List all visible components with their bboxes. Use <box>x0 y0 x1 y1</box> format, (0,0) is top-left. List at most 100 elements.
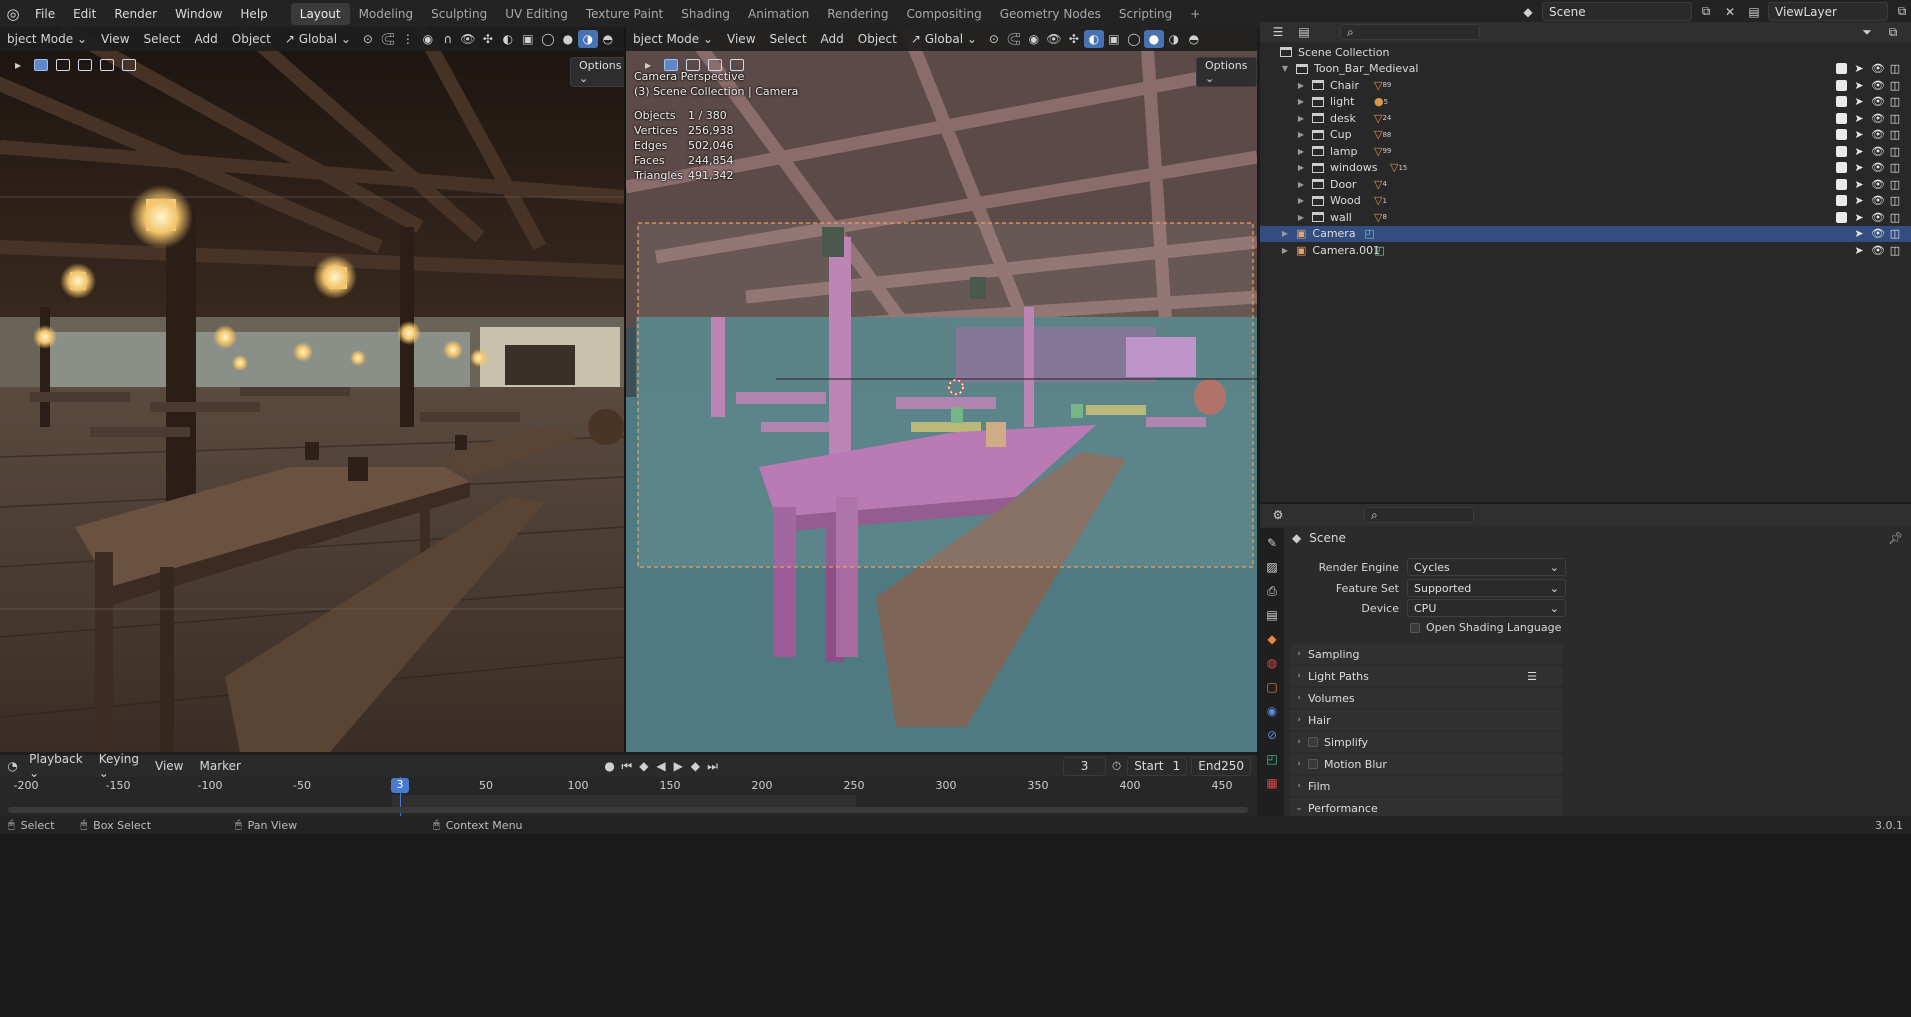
select-arrow-icon[interactable]: ➤ <box>1853 62 1865 75</box>
xray-icon[interactable]: ▣ <box>518 30 538 48</box>
outliner-item-chair[interactable]: ▶ Chair ▽ 89 ➤ 👁︎ ◫ <box>1260 77 1911 94</box>
properties-editor-type-icon[interactable]: ⚙ <box>1268 506 1288 524</box>
select-invert-icon[interactable] <box>100 59 114 71</box>
camera-render-icon[interactable]: ◫ <box>1889 211 1901 224</box>
constraints-tab-icon[interactable]: ⊘ <box>1261 724 1283 746</box>
view-menu-right[interactable]: View <box>720 32 762 46</box>
add-menu[interactable]: Add <box>188 32 225 46</box>
select-arrow-icon[interactable]: ➤ <box>1853 95 1865 108</box>
wireframe-shading-icon-right[interactable]: ◯ <box>1124 30 1144 48</box>
outliner-item-cup[interactable]: ▶ Cup ▽ 88 ➤ 👁︎ ◫ <box>1260 127 1911 144</box>
tool-settings-icon[interactable]: ▸ <box>8 56 28 74</box>
exclude-checkbox[interactable] <box>1836 112 1847 124</box>
outliner-item-light[interactable]: ▶ light ● 5 ➤ 👁︎ ◫ <box>1260 94 1911 111</box>
falloff-icon[interactable]: ∩ <box>438 30 458 48</box>
camera-render-icon[interactable]: ◫ <box>1889 244 1901 257</box>
select-extend-icon[interactable] <box>56 59 70 71</box>
outliner-item-camera[interactable]: ▶ ▣ Camera ◰ ➤ 👁︎ ◫ <box>1260 225 1911 242</box>
tab-geometry-nodes[interactable]: Geometry Nodes <box>991 3 1110 25</box>
render-tab-icon[interactable]: ▨ <box>1261 556 1283 578</box>
timeline-ruler[interactable]: -200 -150 -100 -50 50 100 150 200 250 30… <box>0 777 1257 816</box>
viewlayer-selector[interactable]: ViewLayer <box>1768 2 1888 21</box>
expand-arrow-icon[interactable]: ▼ <box>1280 64 1290 73</box>
visibility-icon-right[interactable]: 👁︎ <box>1044 30 1064 48</box>
outliner-display-mode-icon[interactable]: ▤ <box>1294 23 1314 41</box>
select-arrow-icon[interactable]: ➤ <box>1853 244 1865 257</box>
expand-arrow-icon[interactable]: ▶ <box>1296 97 1306 106</box>
object-menu-right[interactable]: Object <box>851 32 904 46</box>
viewport-rendered[interactable]: bject Mode ⌄ View Select Add Object ↗ Gl… <box>0 27 624 752</box>
camera-render-icon[interactable]: ◫ <box>1889 227 1901 240</box>
exclude-checkbox[interactable] <box>1836 79 1847 91</box>
select-arrow-icon[interactable]: ➤ <box>1853 112 1865 125</box>
eye-icon[interactable]: 👁︎ <box>1871 79 1885 92</box>
stopwatch-icon[interactable]: ⏱ <box>1110 757 1123 775</box>
scene-collection-row[interactable]: Scene Collection <box>1260 44 1911 61</box>
output-tab-icon[interactable]: ⎙ <box>1261 580 1283 602</box>
panel-volumes[interactable]: › Volumes <box>1290 688 1563 708</box>
filter-icon[interactable]: ⏷ <box>1857 23 1877 41</box>
remove-scene-icon[interactable]: ✕ <box>1720 3 1740 21</box>
eye-icon[interactable]: 👁︎ <box>1871 95 1885 108</box>
overlays-icon-right[interactable]: ◐ <box>1083 30 1104 48</box>
panel-film[interactable]: › Film <box>1290 776 1563 796</box>
select-arrow-icon[interactable]: ➤ <box>1853 178 1865 191</box>
simplify-checkbox[interactable] <box>1308 737 1318 747</box>
panel-hair[interactable]: › Hair <box>1290 710 1563 730</box>
eye-icon[interactable]: 👁︎ <box>1871 244 1885 257</box>
tab-shading[interactable]: Shading <box>672 3 739 25</box>
material-shading-icon-right[interactable]: ◑ <box>1164 30 1184 48</box>
next-keyframe-icon[interactable]: ◆ <box>689 757 702 775</box>
rendered-shading-icon-right[interactable]: ◓ <box>1184 30 1204 48</box>
camera-render-icon[interactable]: ◫ <box>1889 145 1901 158</box>
timeline-editor-type-icon[interactable]: ◔ <box>6 757 19 775</box>
exclude-checkbox[interactable] <box>1836 178 1847 190</box>
camera-data-tab-icon[interactable]: ◰ <box>1261 748 1283 770</box>
view-layer-tab-icon[interactable]: ▤ <box>1261 604 1283 626</box>
exclude-checkbox[interactable] <box>1836 211 1847 223</box>
select-menu[interactable]: Select <box>137 32 188 46</box>
transform-orientation-dropdown-right[interactable]: ↗ Global ⌄ <box>904 32 984 46</box>
xray-icon-right[interactable]: ▣ <box>1104 30 1124 48</box>
solid-shading-icon-right[interactable]: ● <box>1143 30 1164 48</box>
new-scene-icon[interactable]: ⧉ <box>1696 3 1716 21</box>
rendered-shading-icon[interactable]: ◓ <box>598 30 618 48</box>
panel-simplify[interactable]: › Simplify <box>1290 732 1563 752</box>
eye-icon[interactable]: 👁︎ <box>1871 211 1885 224</box>
timeline-scrollbar[interactable] <box>8 807 1248 813</box>
menu-window[interactable]: Window <box>166 7 231 21</box>
expand-arrow-icon[interactable]: ▶ <box>1296 163 1306 172</box>
tab-compositing[interactable]: Compositing <box>897 3 990 25</box>
physics-tab-icon[interactable]: ◉ <box>1261 700 1283 722</box>
eye-icon[interactable]: 👁︎ <box>1871 128 1885 141</box>
overlays-icon[interactable]: ◐ <box>498 30 518 48</box>
camera-render-icon[interactable]: ◫ <box>1889 112 1901 125</box>
object-mode-dropdown-right[interactable]: bject Mode ⌄ <box>626 32 720 46</box>
tab-rendering[interactable]: Rendering <box>818 3 897 25</box>
tab-layout[interactable]: Layout <box>290 2 350 25</box>
world-tab-icon[interactable]: ◍ <box>1261 652 1283 674</box>
render-engine-select[interactable]: Cycles ⌄ <box>1407 558 1566 576</box>
camera-render-icon[interactable]: ◫ <box>1889 194 1901 207</box>
object-menu[interactable]: Object <box>225 32 278 46</box>
outliner-item-desk[interactable]: ▶ desk ▽ 24 ➤ 👁︎ ◫ <box>1260 110 1911 127</box>
material-shading-icon[interactable]: ◑ <box>577 30 598 48</box>
playback-menu[interactable]: Playback ⌄ <box>23 752 89 780</box>
select-arrow-icon[interactable]: ➤ <box>1853 145 1865 158</box>
outliner-item-windows[interactable]: ▶ windows ▽ 15 ➤ 👁︎ ◫ <box>1260 160 1911 177</box>
view-menu[interactable]: View <box>94 32 136 46</box>
new-viewlayer-icon[interactable]: ⧉ <box>1892 3 1911 21</box>
menu-help[interactable]: Help <box>231 7 276 21</box>
select-arrow-icon[interactable]: ➤ <box>1853 211 1865 224</box>
panel-motion-blur[interactable]: › Motion Blur <box>1290 754 1563 774</box>
eye-icon[interactable]: 👁︎ <box>1871 178 1885 191</box>
exclude-checkbox[interactable] <box>1836 63 1847 75</box>
select-new-icon[interactable] <box>34 59 48 71</box>
outliner-item-lamp[interactable]: ▶ lamp ▽ 99 ➤ 👁︎ ◫ <box>1260 143 1911 160</box>
jump-end-icon[interactable]: ⏭ <box>706 757 719 775</box>
pivot-icon-right[interactable]: ⊙ <box>984 30 1004 48</box>
wireframe-shading-icon[interactable]: ◯ <box>538 30 558 48</box>
record-icon[interactable]: ● <box>603 757 616 775</box>
exclude-checkbox[interactable] <box>1836 162 1847 174</box>
proportional-edit-icon[interactable]: ◉ <box>418 30 438 48</box>
